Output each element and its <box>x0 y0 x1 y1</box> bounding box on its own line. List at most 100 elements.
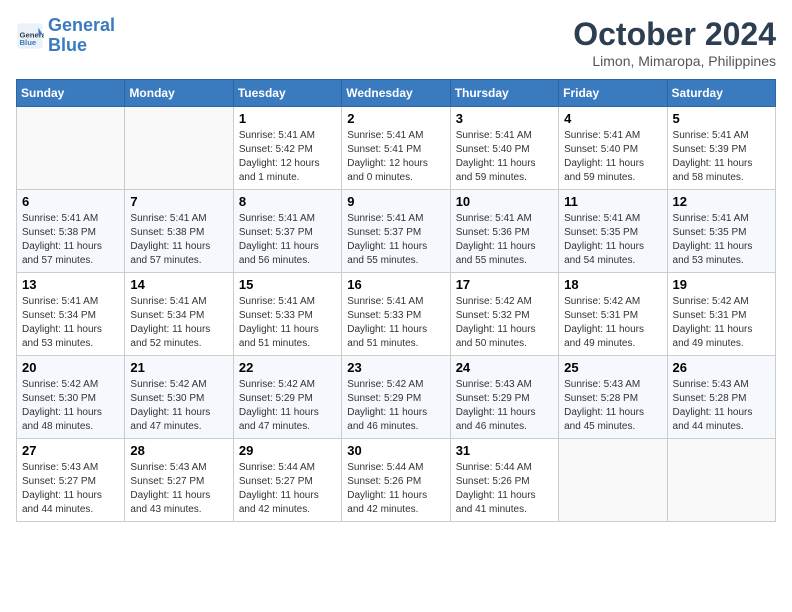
day-info: Sunrise: 5:42 AMSunset: 5:31 PMDaylight:… <box>673 295 770 351</box>
day-info: Sunrise: 5:41 AMSunset: 5:35 PMDaylight:… <box>673 212 770 268</box>
weekday-header-monday: Monday <box>125 80 233 107</box>
calendar-cell <box>667 439 775 522</box>
day-number: 27 <box>22 443 119 458</box>
day-number: 2 <box>347 111 444 126</box>
day-number: 11 <box>564 194 661 209</box>
day-info: Sunrise: 5:42 AMSunset: 5:30 PMDaylight:… <box>130 378 227 434</box>
week-row-1: 6 Sunrise: 5:41 AMSunset: 5:38 PMDaylight… <box>17 190 776 273</box>
day-info: Sunrise: 5:43 AMSunset: 5:27 PMDaylight:… <box>22 461 119 517</box>
calendar-cell: 2 Sunrise: 5:41 AMSunset: 5:41 PMDaylight… <box>342 107 450 190</box>
day-info: Sunrise: 5:44 AMSunset: 5:26 PMDaylight:… <box>347 461 444 517</box>
logo: General Blue GeneralBlue <box>16 16 115 56</box>
calendar-cell: 18 Sunrise: 5:42 AMSunset: 5:31 PMDayligh… <box>559 273 667 356</box>
weekday-header-friday: Friday <box>559 80 667 107</box>
calendar-cell: 1 Sunrise: 5:41 AMSunset: 5:42 PMDaylight… <box>233 107 341 190</box>
day-number: 31 <box>456 443 553 458</box>
day-info: Sunrise: 5:41 AMSunset: 5:36 PMDaylight:… <box>456 212 553 268</box>
day-info: Sunrise: 5:43 AMSunset: 5:27 PMDaylight:… <box>130 461 227 517</box>
calendar-cell: 9 Sunrise: 5:41 AMSunset: 5:37 PMDaylight… <box>342 190 450 273</box>
day-number: 10 <box>456 194 553 209</box>
calendar-cell: 10 Sunrise: 5:41 AMSunset: 5:36 PMDayligh… <box>450 190 558 273</box>
calendar-cell: 23Sunrise: 5:42 AMSunset: 5:29 PMDayligh… <box>342 356 450 439</box>
day-info: Sunrise: 5:41 AMSunset: 5:33 PMDaylight:… <box>347 295 444 351</box>
weekday-header-sunday: Sunday <box>17 80 125 107</box>
day-number: 19 <box>673 277 770 292</box>
calendar-cell: 15 Sunrise: 5:41 AMSunset: 5:33 PMDayligh… <box>233 273 341 356</box>
weekday-header-wednesday: Wednesday <box>342 80 450 107</box>
calendar-cell <box>559 439 667 522</box>
week-row-2: 13Sunrise: 5:41 AMSunset: 5:34 PMDayligh… <box>17 273 776 356</box>
day-number: 12 <box>673 194 770 209</box>
day-info: Sunrise: 5:43 AMSunset: 5:29 PMDaylight:… <box>456 378 553 434</box>
day-info: Sunrise: 5:44 AMSunset: 5:27 PMDaylight:… <box>239 461 336 517</box>
day-number: 29 <box>239 443 336 458</box>
calendar-cell: 25 Sunrise: 5:43 AMSunset: 5:28 PMDayligh… <box>559 356 667 439</box>
calendar-cell: 5 Sunrise: 5:41 AMSunset: 5:39 PMDaylight… <box>667 107 775 190</box>
day-info: Sunrise: 5:41 AMSunset: 5:38 PMDaylight:… <box>22 212 119 268</box>
day-number: 15 <box>239 277 336 292</box>
calendar-cell: 26 Sunrise: 5:43 AMSunset: 5:28 PMDayligh… <box>667 356 775 439</box>
day-info: Sunrise: 5:41 AMSunset: 5:37 PMDaylight:… <box>347 212 444 268</box>
day-number: 25 <box>564 360 661 375</box>
calendar-cell: 8Sunrise: 5:41 AMSunset: 5:37 PMDaylight… <box>233 190 341 273</box>
day-info: Sunrise: 5:41 AMSunset: 5:39 PMDaylight:… <box>673 129 770 185</box>
day-info: Sunrise: 5:43 AMSunset: 5:28 PMDaylight:… <box>673 378 770 434</box>
calendar-cell <box>125 107 233 190</box>
location: Limon, Mimaropa, Philippines <box>573 53 776 69</box>
calendar-cell: 30 Sunrise: 5:44 AMSunset: 5:26 PMDayligh… <box>342 439 450 522</box>
calendar-cell: 3Sunrise: 5:41 AMSunset: 5:40 PMDaylight… <box>450 107 558 190</box>
calendar-cell: 20 Sunrise: 5:42 AMSunset: 5:30 PMDayligh… <box>17 356 125 439</box>
day-number: 5 <box>673 111 770 126</box>
day-number: 21 <box>130 360 227 375</box>
day-number: 18 <box>564 277 661 292</box>
day-number: 13 <box>22 277 119 292</box>
weekday-header-saturday: Saturday <box>667 80 775 107</box>
day-info: Sunrise: 5:42 AMSunset: 5:29 PMDaylight:… <box>239 378 336 434</box>
week-row-4: 27 Sunrise: 5:43 AMSunset: 5:27 PMDayligh… <box>17 439 776 522</box>
calendar-cell <box>17 107 125 190</box>
day-number: 22 <box>239 360 336 375</box>
day-number: 1 <box>239 111 336 126</box>
calendar-cell: 29 Sunrise: 5:44 AMSunset: 5:27 PMDayligh… <box>233 439 341 522</box>
calendar-cell: 4Sunrise: 5:41 AMSunset: 5:40 PMDaylight… <box>559 107 667 190</box>
logo-text: GeneralBlue <box>48 16 115 56</box>
day-number: 24 <box>456 360 553 375</box>
day-info: Sunrise: 5:43 AMSunset: 5:28 PMDaylight:… <box>564 378 661 434</box>
day-number: 6 <box>22 194 119 209</box>
day-info: Sunrise: 5:41 AMSunset: 5:42 PMDaylight:… <box>239 129 336 185</box>
day-number: 9 <box>347 194 444 209</box>
calendar-cell: 19 Sunrise: 5:42 AMSunset: 5:31 PMDayligh… <box>667 273 775 356</box>
day-number: 3 <box>456 111 553 126</box>
day-number: 30 <box>347 443 444 458</box>
page-header: General Blue GeneralBlue October 2024 Li… <box>16 16 776 69</box>
weekday-header-tuesday: Tuesday <box>233 80 341 107</box>
week-row-3: 20 Sunrise: 5:42 AMSunset: 5:30 PMDayligh… <box>17 356 776 439</box>
calendar-cell: 6 Sunrise: 5:41 AMSunset: 5:38 PMDaylight… <box>17 190 125 273</box>
title-block: October 2024 Limon, Mimaropa, Philippine… <box>573 16 776 69</box>
day-info: Sunrise: 5:41 AMSunset: 5:41 PMDaylight:… <box>347 129 444 185</box>
day-number: 16 <box>347 277 444 292</box>
weekday-header-thursday: Thursday <box>450 80 558 107</box>
month-title: October 2024 <box>573 16 776 53</box>
calendar-cell: 14Sunrise: 5:41 AMSunset: 5:34 PMDayligh… <box>125 273 233 356</box>
logo-icon: General Blue <box>16 22 44 50</box>
day-number: 26 <box>673 360 770 375</box>
calendar-cell: 7Sunrise: 5:41 AMSunset: 5:38 PMDaylight… <box>125 190 233 273</box>
calendar-cell: 28 Sunrise: 5:43 AMSunset: 5:27 PMDayligh… <box>125 439 233 522</box>
calendar-cell: 17Sunrise: 5:42 AMSunset: 5:32 PMDayligh… <box>450 273 558 356</box>
day-info: Sunrise: 5:42 AMSunset: 5:32 PMDaylight:… <box>456 295 553 351</box>
calendar-cell: 12 Sunrise: 5:41 AMSunset: 5:35 PMDayligh… <box>667 190 775 273</box>
calendar-cell: 24 Sunrise: 5:43 AMSunset: 5:29 PMDayligh… <box>450 356 558 439</box>
day-info: Sunrise: 5:41 AMSunset: 5:33 PMDaylight:… <box>239 295 336 351</box>
week-row-0: 1 Sunrise: 5:41 AMSunset: 5:42 PMDaylight… <box>17 107 776 190</box>
day-number: 20 <box>22 360 119 375</box>
day-info: Sunrise: 5:41 AMSunset: 5:38 PMDaylight:… <box>130 212 227 268</box>
calendar-table: SundayMondayTuesdayWednesdayThursdayFrid… <box>16 79 776 522</box>
svg-text:Blue: Blue <box>20 38 37 47</box>
day-number: 28 <box>130 443 227 458</box>
calendar-cell: 22 Sunrise: 5:42 AMSunset: 5:29 PMDayligh… <box>233 356 341 439</box>
day-info: Sunrise: 5:42 AMSunset: 5:30 PMDaylight:… <box>22 378 119 434</box>
day-info: Sunrise: 5:42 AMSunset: 5:31 PMDaylight:… <box>564 295 661 351</box>
day-number: 23 <box>347 360 444 375</box>
weekday-header-row: SundayMondayTuesdayWednesdayThursdayFrid… <box>17 80 776 107</box>
